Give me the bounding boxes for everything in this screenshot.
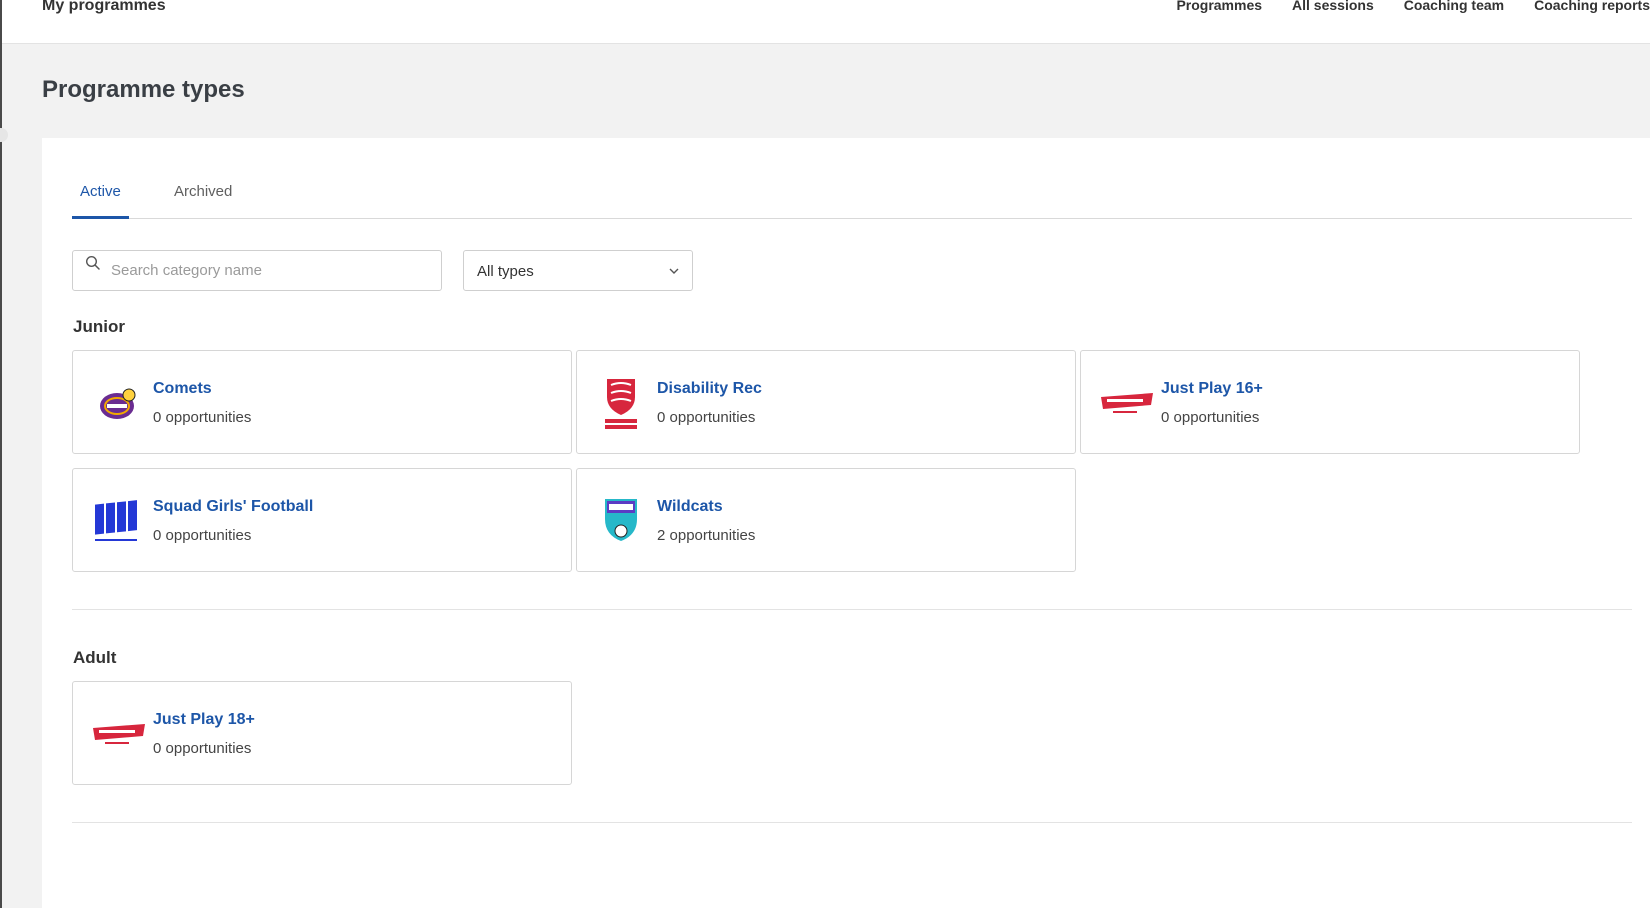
sidebar-toggle-handle[interactable] (0, 128, 8, 142)
just-play-logo-icon (93, 724, 145, 744)
nav-all-sessions[interactable]: All sessions (1292, 0, 1374, 13)
tab-active[interactable]: Active (72, 174, 129, 219)
opportunity-count: 0 opportunities (153, 527, 252, 544)
programme-name[interactable]: Just Play 16+ (1161, 380, 1263, 398)
opportunity-count: 2 opportunities (657, 527, 756, 544)
app-brand[interactable]: My programmes (42, 0, 166, 15)
programme-card-squad-girls-football[interactable]: Squad Girls' Football 0 opportunities (72, 468, 572, 572)
opportunity-count: 0 opportunities (153, 409, 252, 426)
section-divider (72, 609, 1632, 610)
programme-card-just-play-18[interactable]: Just Play 18+ 0 opportunities (72, 681, 572, 785)
search-icon (85, 255, 100, 270)
opportunity-count: 0 opportunities (153, 740, 252, 757)
nav-programmes[interactable]: Programmes (1176, 0, 1262, 13)
tab-archived[interactable]: Archived (166, 174, 240, 219)
programme-card-disability-rec[interactable]: Disability Rec 0 opportunities (576, 350, 1076, 454)
programme-name[interactable]: Comets (153, 380, 212, 398)
opportunity-count: 0 opportunities (657, 409, 756, 426)
main-nav: Programmes All sessions Coaching team Co… (1146, 0, 1650, 13)
wildcats-logo-icon (605, 499, 637, 541)
just-play-logo-icon (1101, 393, 1153, 413)
page-title: Programme types (42, 76, 245, 103)
comets-logo-icon (100, 388, 136, 419)
section-title-adult: Adult (73, 648, 117, 667)
search-input[interactable] (111, 251, 431, 290)
status-tabs: Active Archived (72, 174, 1632, 219)
programme-card-just-play-16[interactable]: Just Play 16+ 0 opportunities (1080, 350, 1580, 454)
programme-card-wildcats[interactable]: Wildcats 2 opportunities (576, 468, 1076, 572)
type-select[interactable]: All types (463, 250, 693, 291)
type-select-value: All types (477, 263, 534, 280)
nav-coaching-reports[interactable]: Coaching reports (1534, 0, 1650, 13)
section-title-junior: Junior (73, 317, 125, 336)
squad-logo-icon (95, 500, 137, 541)
nav-coaching-team[interactable]: Coaching team (1404, 0, 1504, 13)
top-navigation-bar: My programmes Programmes All sessions Co… (2, 0, 1650, 44)
programme-name[interactable]: Just Play 18+ (153, 711, 255, 729)
programme-name[interactable]: Wildcats (657, 498, 723, 516)
opportunity-count: 0 opportunities (1161, 409, 1260, 426)
section-divider (72, 822, 1632, 823)
england-football-logo-icon (605, 379, 637, 429)
programme-name[interactable]: Squad Girls' Football (153, 498, 313, 516)
search-box (72, 250, 442, 291)
programme-card-comets[interactable]: Comets 0 opportunities (72, 350, 572, 454)
programme-name[interactable]: Disability Rec (657, 380, 762, 398)
programme-types-panel: Active Archived All types Junior Comets … (42, 138, 1650, 908)
chevron-down-icon (669, 268, 679, 274)
